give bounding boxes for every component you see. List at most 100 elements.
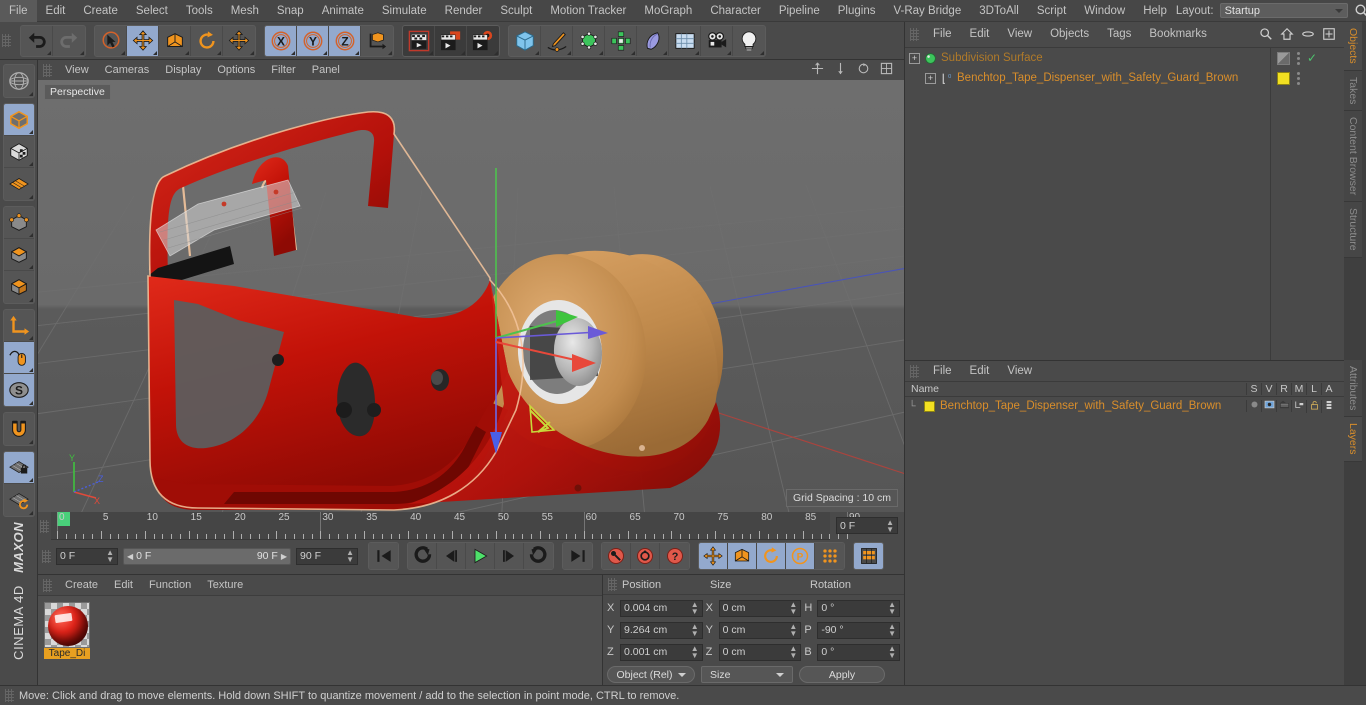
apply-button[interactable]: Apply [799,666,885,683]
spinner-icon[interactable]: ▲ ▼ [789,645,797,660]
menu-item-view[interactable]: View [998,22,1041,47]
world-object-coord-icon[interactable] [361,25,393,56]
layer-solo-toggle[interactable] [1246,400,1261,412]
position-field-x[interactable]: 0.004 cm ▲ ▼ [620,599,703,617]
menu-item-character[interactable]: Character [701,0,770,22]
deformer-icon[interactable] [637,25,669,56]
menu-item-texture[interactable]: Texture [199,575,251,595]
menu-item-file[interactable]: File [924,22,961,47]
object-dots-icon[interactable] [1297,71,1300,85]
menu-item-plugins[interactable]: Plugins [829,0,885,22]
range-right-arrow-icon[interactable]: ▶ [281,552,287,561]
3d-viewport[interactable]: Perspective Grid Spacing : 10 cm Y X Z [38,80,904,512]
menu-item-help[interactable]: Help [1134,0,1176,22]
rotation-field-h[interactable]: 0 ° ▲ ▼ [817,599,901,617]
material-list[interactable]: Tape_Di [38,595,602,685]
layout-dropdown[interactable]: Startup [1219,3,1348,18]
vertical-tab-structure[interactable]: Structure [1344,202,1362,258]
menu-item-function[interactable]: Function [141,575,199,595]
undo-icon[interactable] [21,25,53,56]
timeline-range-slider[interactable]: ◀ 0 F 90 F ▶ [123,547,291,565]
layers-column-v[interactable]: V [1261,383,1276,395]
rotation-field-p[interactable]: -90 ° ▲ ▼ [817,621,901,639]
home-icon[interactable] [1280,27,1296,43]
spinner-icon[interactable]: ▲ ▼ [346,549,354,564]
vertical-tab-takes[interactable]: Takes [1344,70,1362,112]
object-dots-icon[interactable] [1297,51,1300,65]
material-preview[interactable] [44,602,90,648]
object-axis-icon[interactable] [3,310,34,342]
cube-primitive-icon[interactable] [509,25,541,56]
expand-toggle[interactable]: + [909,52,920,64]
enabled-check-icon[interactable]: ✓ [1307,51,1317,65]
layer-color-swatch[interactable] [924,400,935,412]
spinner-icon[interactable]: ▲ ▼ [888,623,896,638]
size-field-y[interactable]: 0 cm ▲ ▼ [718,621,802,639]
planar-workplane-icon[interactable] [3,484,34,516]
edge-mode-icon[interactable] [3,239,34,271]
menu-item-create[interactable]: Create [74,0,127,22]
key-param-icon[interactable]: P [786,543,815,569]
viewport-move-icon[interactable] [834,62,850,78]
menu-item-view[interactable]: View [57,60,97,80]
size-field-x[interactable]: 0 cm ▲ ▼ [718,599,802,617]
menu-item-filter[interactable]: Filter [263,60,303,80]
key-rotation-icon[interactable] [757,543,786,569]
object-tree[interactable]: + Subdivision Surface +0 Benchtop_Tape_Disp… [905,47,1344,360]
layers-column-r[interactable]: R [1276,383,1291,395]
timeline-window-icon[interactable] [854,543,883,569]
menu-item-mograph[interactable]: MoGraph [635,0,701,22]
layers-column-a[interactable]: A [1321,383,1336,395]
spline-pen-icon[interactable] [541,25,573,56]
status-grip-icon[interactable] [5,689,14,702]
spinner-icon[interactable]: ▲ ▼ [789,601,797,616]
menu-item-create[interactable]: Create [57,575,106,595]
key-position-icon[interactable] [699,543,728,569]
step-forward-icon[interactable] [495,543,524,569]
coordinates-grip-icon[interactable] [608,578,617,591]
viewport-axis-icon[interactable] [811,62,827,78]
render-view-icon[interactable] [403,25,435,56]
menu-item-objects[interactable]: Objects [1041,22,1098,47]
redo-icon[interactable] [53,25,85,56]
menu-item-select[interactable]: Select [127,0,177,22]
play-icon[interactable] [466,543,495,569]
layer-manager-toggle[interactable] [1291,400,1306,412]
keyframe-selection-icon[interactable]: ? [660,543,689,569]
position-field-y[interactable]: 9.264 cm ▲ ▼ [620,621,703,639]
search-icon[interactable] [1259,27,1275,43]
menu-item-v-ray-bridge[interactable]: V-Ray Bridge [884,0,970,22]
next-key-icon[interactable] [524,543,553,569]
z-axis-icon[interactable]: Z [329,25,361,56]
menu-item-file[interactable]: File [924,361,961,381]
menu-item-edit[interactable]: Edit [961,22,999,47]
range-left-arrow-icon[interactable]: ◀ [127,552,133,561]
viewport-rotate-icon[interactable] [857,62,873,78]
vertical-tab-objects[interactable]: Objects [1344,22,1362,71]
menu-item-motion-tracker[interactable]: Motion Tracker [541,0,635,22]
coordinate-mode-dropdown[interactable]: Object (Rel) [607,666,695,683]
menu-item-options[interactable]: Options [209,60,263,80]
render-settings-icon[interactable] [467,25,499,56]
go-to-end-icon[interactable] [563,543,592,569]
live-selection-icon[interactable] [95,25,127,56]
new-layout-icon[interactable] [1322,27,1338,43]
layer-animation-toggle[interactable] [1321,399,1336,413]
render-region-icon[interactable] [435,25,467,56]
generator-icon[interactable] [573,25,605,56]
spinner-icon[interactable]: ▲ ▼ [888,601,896,616]
spinner-icon[interactable]: ▲ ▼ [886,518,894,533]
polygon-mode-icon[interactable] [3,271,34,303]
spinner-icon[interactable]: ▲ ▼ [691,601,699,616]
menu-item-render[interactable]: Render [436,0,492,22]
record-key-icon[interactable] [602,543,631,569]
rotation-field-b[interactable]: 0 ° ▲ ▼ [817,643,901,661]
rotate-icon[interactable] [191,25,223,56]
timeline-ruler[interactable]: 051015202530354045505560657075808590 [51,512,860,540]
camera-icon[interactable] [701,25,733,56]
workplane-mode-icon[interactable] [3,168,34,200]
toolbar-grip-icon[interactable] [2,34,11,47]
spinner-icon[interactable]: ▲ ▼ [789,623,797,638]
menu-item-3dtoall[interactable]: 3DToAll [970,0,1028,22]
expand-toggle[interactable]: + [925,72,936,84]
